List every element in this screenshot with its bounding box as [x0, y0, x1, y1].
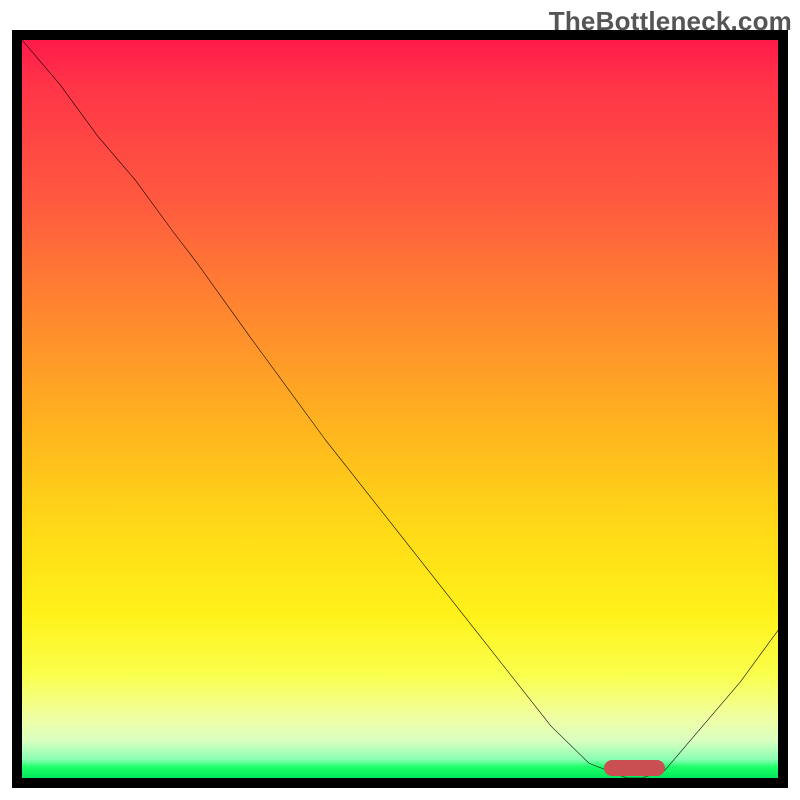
- optimum-range-marker: [604, 760, 664, 776]
- watermark-text: TheBottleneck.com: [549, 6, 792, 37]
- plot-gradient-background: [22, 40, 778, 778]
- plot-frame: [12, 30, 788, 788]
- chart-container: TheBottleneck.com: [0, 0, 800, 800]
- bottleneck-curve: [22, 40, 778, 778]
